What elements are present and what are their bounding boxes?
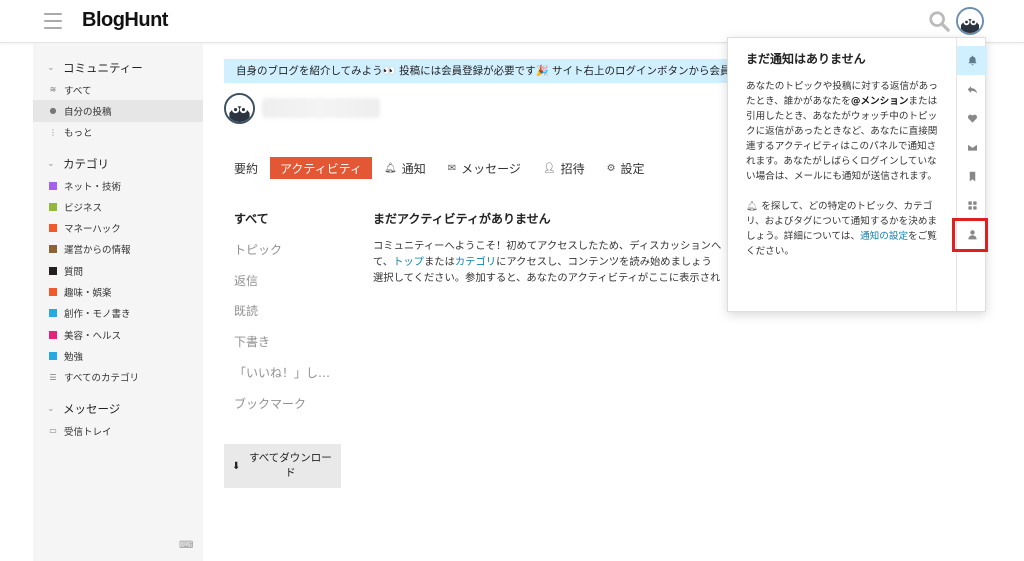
gear-icon: ⚙ xyxy=(606,162,616,174)
menu-tab-profile[interactable] xyxy=(957,220,987,249)
category-color-swatch xyxy=(49,245,57,254)
current-user-avatar[interactable] xyxy=(956,7,984,35)
tab-invites[interactable]: 👤︎ 招待 xyxy=(533,157,595,179)
download-all-button[interactable]: ⬇ すべてダウンロード xyxy=(224,444,341,488)
sidebar-category-item[interactable]: 美容・ヘルス xyxy=(33,324,203,345)
empty-activity-body: コミュニティーへようこそ！初めてアクセスしたため、ディスカッションへ て、トップ… xyxy=(373,240,722,284)
filter-drafts[interactable]: 下書き xyxy=(234,333,330,364)
filter-topics[interactable]: トピック xyxy=(234,241,330,272)
layers-icon: ≋ xyxy=(49,85,57,95)
announcement-banner: 自身のブログを紹介してみよう👀 投稿には会員登録が必要です🎉 サイト右上のログイ… xyxy=(224,59,744,83)
menu-tab-likes[interactable] xyxy=(957,104,987,133)
sidebar: ⌄ コミュニティー ≋ すべて ● 自分の投稿 ⋮ もっと ⌄ カテゴリ ネット・技術 ビ… xyxy=(33,43,203,561)
owl-avatar-icon xyxy=(958,9,982,33)
link-category[interactable]: カテゴリ xyxy=(455,256,496,268)
tab-summary[interactable]: 要約 xyxy=(224,157,268,179)
envelope-icon: ✉ xyxy=(447,162,457,174)
panel-title: まだ通知はありません xyxy=(746,52,866,66)
profile-avatar xyxy=(224,93,255,124)
user-icon: ● xyxy=(49,106,57,116)
user-icon xyxy=(967,230,977,240)
user-menu-panel: まだ通知はありません あなたのトピックや投稿に対する返信があったとき、誰かがあな… xyxy=(727,37,987,312)
bell-icon xyxy=(967,55,977,66)
download-icon: ⬇ xyxy=(232,460,241,472)
reply-icon xyxy=(967,86,977,94)
category-color-swatch xyxy=(49,266,57,275)
sidebar-category-item[interactable]: 勉強 xyxy=(33,345,203,366)
sidebar-section-categories[interactable]: ⌄ カテゴリ xyxy=(33,153,203,175)
sidebar-item-more[interactable]: ⋮ もっと xyxy=(33,122,203,143)
filter-bookmarks[interactable]: ブックマーク xyxy=(234,395,330,426)
category-color-swatch xyxy=(49,309,57,318)
activity-filter-list: すべて トピック 返信 既読 下書き 「いいね！」し… ブックマーク xyxy=(234,210,330,426)
notifications-empty-state: まだ通知はありません あなたのトピックや投稿に対する返信があったとき、誰かがあな… xyxy=(728,38,956,259)
panel-description: あなたのトピックや投稿に対する返信があったとき、誰かがあなたを@メンションまたは… xyxy=(746,81,938,182)
chevron-down-icon: ⌄ xyxy=(47,403,55,414)
menu-tab-other[interactable] xyxy=(957,191,987,220)
sidebar-category-item[interactable]: マネーハック xyxy=(33,217,203,238)
envelope-icon xyxy=(966,143,978,152)
bookmark-icon xyxy=(969,171,975,182)
site-logo[interactable]: BlogHunt xyxy=(82,9,168,32)
category-color-swatch xyxy=(49,288,57,297)
category-color-swatch xyxy=(49,202,57,211)
user-plus-icon: 👤︎ xyxy=(542,162,556,174)
sidebar-category-item[interactable]: 趣味・娯楽 xyxy=(33,281,203,302)
sidebar-section-messages[interactable]: ⌄ メッセージ xyxy=(33,398,203,420)
vertical-dots-icon: ⋮ xyxy=(49,127,57,137)
chevron-down-icon: ⌄ xyxy=(47,158,55,169)
bell-icon: 🔔︎ xyxy=(746,201,759,212)
owl-avatar-icon xyxy=(226,95,253,122)
heart-icon xyxy=(967,114,977,123)
search-icon[interactable] xyxy=(928,10,950,32)
filter-replies[interactable]: 返信 xyxy=(234,272,330,303)
sidebar-item-all[interactable]: ≋ すべて xyxy=(33,79,203,100)
user-menu-tabs xyxy=(956,38,987,311)
empty-activity-title: まだアクティビティがありません xyxy=(373,212,551,226)
notification-settings-link[interactable]: 通知の設定 xyxy=(860,231,908,242)
menu-tab-replies[interactable] xyxy=(957,75,987,104)
sidebar-category-item[interactable]: 質問 xyxy=(33,260,203,281)
category-color-swatch xyxy=(49,181,57,190)
sidebar-category-item[interactable]: ネット・技術 xyxy=(33,175,203,196)
sidebar-section-community[interactable]: ⌄ コミュニティー xyxy=(33,57,203,79)
link-top[interactable]: トップ xyxy=(393,256,424,268)
sidebar-item-inbox[interactable]: ▭ 受信トレイ xyxy=(33,420,203,441)
grid-icon xyxy=(967,201,977,210)
filter-all[interactable]: すべて xyxy=(234,210,330,241)
tab-settings[interactable]: ⚙ 設定 xyxy=(597,157,655,179)
filter-read[interactable]: 既読 xyxy=(234,302,330,333)
sidebar-category-item[interactable]: 運営からの情報 xyxy=(33,239,203,260)
menu-tab-bookmarks[interactable] xyxy=(957,162,987,191)
tab-activity[interactable]: アクティビティ xyxy=(270,157,372,179)
menu-tab-messages[interactable] xyxy=(957,133,987,162)
inbox-icon: ▭ xyxy=(49,426,57,435)
category-color-swatch xyxy=(49,351,57,360)
category-color-swatch xyxy=(49,330,57,339)
category-color-swatch xyxy=(49,224,57,233)
menu-tab-notifications[interactable] xyxy=(957,46,987,75)
sidebar-category-item[interactable]: ビジネス xyxy=(33,196,203,217)
profile-nav: 要約 アクティビティ 🔔︎ 通知 ✉ メッセージ 👤︎ 招待 ⚙ 設定 xyxy=(224,157,657,179)
list-icon: ☰ xyxy=(49,372,57,382)
sidebar-category-item[interactable]: 創作・モノ書き xyxy=(33,303,203,324)
sidebar-item-all-categories[interactable]: ☰ すべてのカテゴリ xyxy=(33,367,203,388)
keyboard-shortcuts-icon[interactable]: ⌨ xyxy=(179,540,193,551)
panel-hint: 🔔︎ を探して、どの特定のトピック、カテゴリ、およびタグについて通知するかを決め… xyxy=(746,201,938,257)
sidebar-item-my-posts[interactable]: ● 自分の投稿 xyxy=(33,100,203,122)
blurred-username xyxy=(262,98,380,118)
tab-notifications[interactable]: 🔔︎ 通知 xyxy=(374,157,436,179)
hamburger-menu-icon[interactable] xyxy=(44,13,62,29)
filter-likes[interactable]: 「いいね！」し… xyxy=(234,364,330,395)
chevron-down-icon: ⌄ xyxy=(47,63,55,73)
tab-messages[interactable]: ✉ メッセージ xyxy=(438,157,531,179)
bell-icon: 🔔︎ xyxy=(383,162,397,174)
